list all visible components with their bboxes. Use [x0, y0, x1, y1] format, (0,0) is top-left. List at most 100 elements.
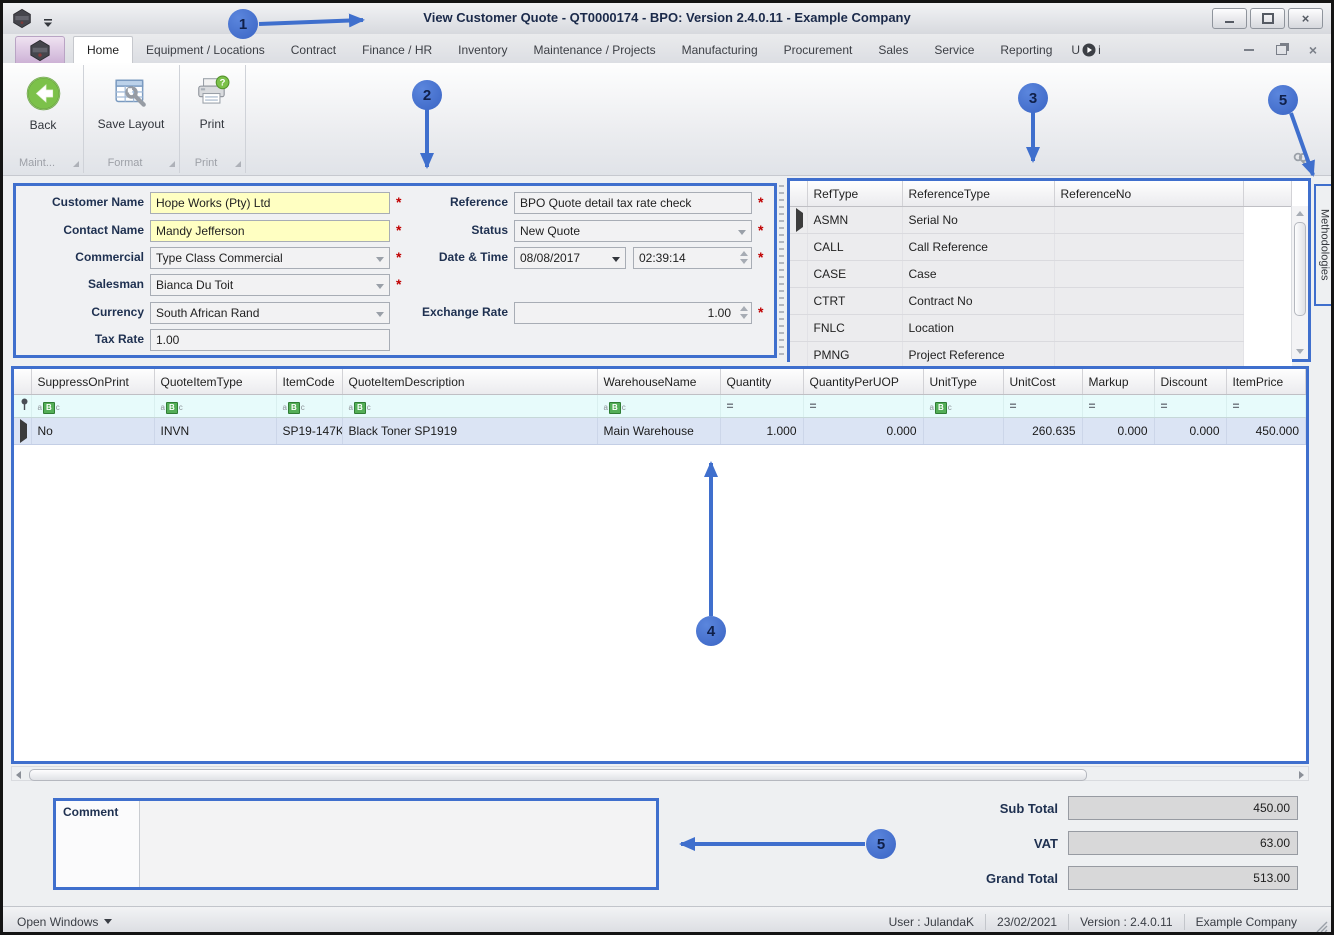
column-header[interactable]: UnitCost	[1003, 369, 1083, 395]
column-header-referencetype[interactable]: ReferenceType	[902, 181, 1055, 207]
scroll-down-icon[interactable]	[1296, 349, 1304, 354]
reference-grid-row[interactable]: FNLC Location	[790, 314, 1292, 342]
methodologies-side-tab[interactable]: Methodologies	[1314, 184, 1331, 306]
tab-sales[interactable]: Sales	[865, 37, 921, 63]
filter-cell[interactable]: aBc	[276, 394, 343, 418]
column-header[interactable]: ItemPrice	[1226, 369, 1306, 395]
markup-cell[interactable]: 0.000	[1082, 417, 1155, 445]
reference-grid-vertical-scrollbar[interactable]	[1291, 206, 1308, 359]
itemcode-cell[interactable]: SP19-147K	[276, 417, 343, 445]
close-button[interactable]: ×	[1288, 8, 1323, 29]
filter-cell[interactable]: aBc	[342, 394, 598, 418]
back-button[interactable]: Back	[3, 75, 83, 132]
column-header[interactable]: QuoteItemDescription	[342, 369, 598, 395]
comment-textarea[interactable]	[140, 801, 656, 887]
column-header[interactable]: QuantityPerUOP	[803, 369, 924, 395]
reftype-cell[interactable]: FNLC	[807, 314, 903, 342]
unitcost-cell[interactable]: 260.635	[1003, 417, 1083, 445]
tab-home[interactable]: Home	[73, 36, 134, 63]
tab-service[interactable]: Service	[921, 37, 987, 63]
column-header[interactable]: SuppressOnPrint	[31, 369, 155, 395]
print-button[interactable]: ? Print	[179, 75, 245, 131]
scrollbar-thumb[interactable]	[1294, 222, 1306, 316]
tab-maintenance-projects[interactable]: Maintenance / Projects	[521, 37, 669, 63]
quoteitemdescription-cell[interactable]: Black Toner SP1919	[342, 417, 598, 445]
filter-cell[interactable]: aBc	[154, 394, 277, 418]
referencetype-cell[interactable]: Case	[902, 260, 1055, 288]
group-dialog-launcher-icon[interactable]	[169, 161, 175, 167]
resize-grip-icon[interactable]	[1316, 921, 1328, 933]
column-header-reftype[interactable]: RefType	[807, 181, 903, 207]
column-header[interactable]: ItemCode	[276, 369, 343, 395]
mdi-close-icon[interactable]: ×	[1309, 43, 1317, 57]
minimize-button[interactable]	[1212, 8, 1247, 29]
reference-grid-row[interactable]: PMNG Project Reference	[790, 341, 1292, 369]
reference-field[interactable]: BPO Quote detail tax rate check	[514, 192, 752, 214]
group-dialog-launcher-icon[interactable]	[235, 161, 241, 167]
column-header-referenceno[interactable]: ReferenceNo	[1054, 181, 1244, 207]
quantityperuop-cell[interactable]: 0.000	[803, 417, 924, 445]
filter-cell[interactable]: aBc	[597, 394, 721, 418]
tab-procurement[interactable]: Procurement	[771, 37, 866, 63]
column-header[interactable]: QuoteItemType	[154, 369, 277, 395]
tab-reporting[interactable]: Reporting	[987, 37, 1065, 63]
scrollbar-thumb[interactable]	[29, 769, 1087, 781]
filter-cell[interactable]: =	[1226, 394, 1306, 418]
filter-cell[interactable]: aBc	[923, 394, 1004, 418]
time-field[interactable]: 02:39:14	[633, 247, 752, 269]
column-header[interactable]: Discount	[1154, 369, 1227, 395]
mdi-restore-icon[interactable]	[1275, 45, 1287, 55]
save-layout-button[interactable]: Save Layout	[83, 75, 179, 131]
tax-rate-field[interactable]: 1.00	[150, 329, 390, 351]
reftype-cell[interactable]: CTRT	[807, 287, 903, 315]
tab-inventory[interactable]: Inventory	[445, 37, 520, 63]
reftype-cell[interactable]: PMNG	[807, 341, 903, 369]
reference-grid-row[interactable]: CTRT Contract No	[790, 287, 1292, 315]
scroll-left-icon[interactable]	[16, 771, 21, 779]
reftype-cell[interactable]: CASE	[807, 260, 903, 288]
salesman-dropdown[interactable]: Bianca Du Toit	[150, 274, 390, 296]
tab-partial[interactable]: U i	[1065, 37, 1106, 63]
referenceno-cell[interactable]	[1054, 260, 1244, 288]
reftype-cell[interactable]: CALL	[807, 233, 903, 261]
tab-equipment-locations[interactable]: Equipment / Locations	[133, 37, 278, 63]
filter-cell[interactable]: aBc	[31, 394, 155, 418]
filter-cell[interactable]: =	[1154, 394, 1227, 418]
discount-cell[interactable]: 0.000	[1154, 417, 1227, 445]
form-splitter-handle[interactable]	[779, 185, 784, 356]
referencetype-cell[interactable]: Contract No	[902, 287, 1055, 315]
reference-grid-row[interactable]: CALL Call Reference	[790, 233, 1292, 261]
tab-manufacturing[interactable]: Manufacturing	[669, 37, 771, 63]
column-header[interactable]: UnitType	[923, 369, 1004, 395]
open-windows-button[interactable]: Open Windows	[17, 915, 113, 929]
unittype-cell[interactable]	[923, 417, 1004, 445]
referencetype-cell[interactable]: Location	[902, 314, 1055, 342]
column-header[interactable]: Quantity	[720, 369, 804, 395]
quoteitemtype-cell[interactable]: INVN	[154, 417, 277, 445]
tab-finance-hr[interactable]: Finance / HR	[349, 37, 445, 63]
tab-contract[interactable]: Contract	[278, 37, 349, 63]
reference-grid-row[interactable]: CASE Case	[790, 260, 1292, 288]
column-header[interactable]: Markup	[1082, 369, 1155, 395]
referenceno-cell[interactable]	[1054, 287, 1244, 315]
mdi-minimize-icon[interactable]	[1243, 49, 1254, 51]
column-header[interactable]: WarehouseName	[597, 369, 721, 395]
referencetype-cell[interactable]: Call Reference	[902, 233, 1055, 261]
time-spinner[interactable]	[740, 251, 748, 264]
scroll-right-icon[interactable]	[1299, 771, 1304, 779]
referenceno-cell[interactable]	[1054, 314, 1244, 342]
filter-cell[interactable]: =	[803, 394, 924, 418]
referenceno-cell[interactable]	[1054, 206, 1244, 234]
pin-panel-icon[interactable]	[1297, 151, 1313, 172]
referenceno-cell[interactable]	[1054, 341, 1244, 369]
exchange-rate-field[interactable]: 1.00	[514, 302, 752, 324]
reftype-cell[interactable]: ASMN	[807, 206, 903, 234]
quantity-cell[interactable]: 1.000	[720, 417, 804, 445]
referencetype-cell[interactable]: Project Reference	[902, 341, 1055, 369]
reference-grid-row[interactable]: ASMN Serial No	[790, 206, 1292, 234]
date-field[interactable]: 08/08/2017	[514, 247, 626, 269]
exchange-rate-spinner[interactable]	[740, 306, 748, 319]
maximize-button[interactable]	[1250, 8, 1285, 29]
itemprice-cell[interactable]: 450.000	[1226, 417, 1306, 445]
filter-cell[interactable]: =	[720, 394, 804, 418]
